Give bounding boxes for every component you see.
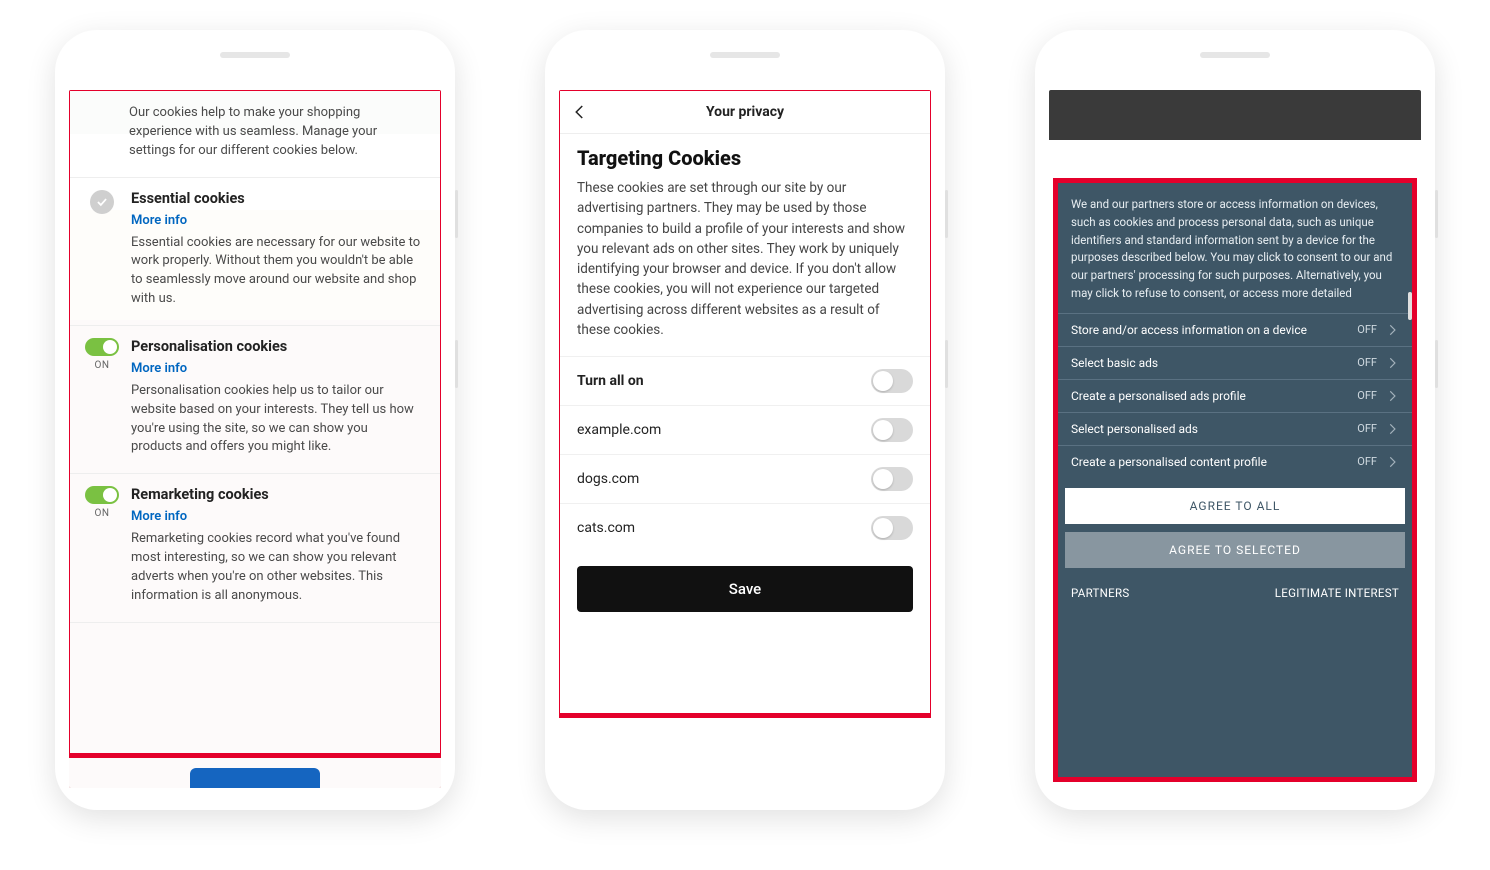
purpose-state: OFF [1357, 422, 1377, 435]
toggle-partner[interactable] [871, 516, 913, 540]
cookie-desc: Remarketing cookies record what you've f… [131, 530, 421, 605]
back-icon[interactable] [571, 103, 589, 121]
toggle-partner[interactable] [871, 467, 913, 491]
toggle-state-label: ON [94, 360, 109, 371]
cookie-title: Essential cookies [131, 190, 421, 207]
cookie-title: Personalisation cookies [131, 338, 421, 355]
header-title: Your privacy [706, 104, 784, 120]
purpose-state: OFF [1357, 323, 1377, 336]
partners-link[interactable]: PARTNERS [1071, 586, 1130, 600]
chevron-right-icon [1385, 455, 1399, 469]
section-title: Targeting Cookies [559, 134, 931, 174]
phone-mockup-1: Our cookies help to make your shopping e… [55, 30, 455, 810]
cookie-intro-text: Our cookies help to make your shopping e… [69, 90, 441, 178]
partner-label: example.com [577, 422, 661, 438]
cookie-category-essential: Essential cookies More info Essential co… [69, 178, 441, 326]
more-info-link[interactable]: More info [131, 361, 187, 376]
page-header-bar [1049, 90, 1421, 140]
toggle-partner[interactable] [871, 418, 913, 442]
toggle-turn-all[interactable] [871, 369, 913, 393]
screen-3: We and our partners store or access info… [1049, 90, 1421, 788]
phone-mockup-2: Your privacy Targeting Cookies These coo… [545, 30, 945, 810]
purpose-row[interactable]: Store and/or access information on a dev… [1057, 313, 1413, 346]
purpose-row[interactable]: Create a personalised content profile OF… [1057, 445, 1413, 478]
purpose-row[interactable]: Create a personalised ads profile OFF [1057, 379, 1413, 412]
cookie-category-personalisation: ON Personalisation cookies More info Per… [69, 326, 441, 474]
partner-row: dogs.com [559, 454, 931, 503]
toggle-personalisation[interactable] [85, 338, 119, 356]
purpose-row[interactable]: Select basic ads OFF [1057, 346, 1413, 379]
chevron-right-icon [1385, 422, 1399, 436]
turn-all-label: Turn all on [577, 373, 644, 389]
screen-2: Your privacy Targeting Cookies These coo… [559, 90, 931, 788]
section-desc: These cookies are set through our site b… [559, 174, 931, 356]
purpose-state: OFF [1357, 389, 1377, 402]
purpose-label: Select basic ads [1071, 356, 1357, 370]
chevron-right-icon [1385, 323, 1399, 337]
partner-row: cats.com [559, 503, 931, 552]
cookie-desc: Essential cookies are necessary for our … [131, 234, 421, 309]
save-button-partial[interactable] [190, 768, 320, 788]
header-bar: Your privacy [559, 90, 931, 134]
save-button[interactable]: Save [577, 566, 913, 612]
cookie-title: Remarketing cookies [131, 486, 421, 503]
phone-mockup-3: We and our partners store or access info… [1035, 30, 1435, 810]
turn-all-on-row: Turn all on [559, 356, 931, 405]
agree-all-button[interactable]: AGREE TO ALL [1065, 488, 1405, 524]
consent-intro: We and our partners store or access info… [1057, 182, 1413, 313]
more-info-link[interactable]: More info [131, 509, 187, 524]
purpose-label: Store and/or access information on a dev… [1071, 323, 1357, 337]
purpose-row[interactable]: Select personalised ads OFF [1057, 412, 1413, 445]
cookie-desc: Personalisation cookies help us to tailo… [131, 382, 421, 457]
purpose-state: OFF [1357, 356, 1377, 369]
check-icon [90, 190, 114, 214]
screen-1: Our cookies help to make your shopping e… [69, 90, 441, 788]
toggle-remarketing[interactable] [85, 486, 119, 504]
purpose-label: Create a personalised content profile [1071, 455, 1357, 469]
cookie-category-remarketing: ON Remarketing cookies More info Remarke… [69, 474, 441, 622]
toggle-state-label: ON [94, 508, 109, 519]
partner-label: dogs.com [577, 471, 639, 487]
more-info-link[interactable]: More info [131, 213, 187, 228]
consent-panel: We and our partners store or access info… [1057, 182, 1413, 778]
scrollbar-thumb[interactable] [1408, 292, 1412, 320]
partner-label: cats.com [577, 520, 635, 536]
purpose-label: Create a personalised ads profile [1071, 389, 1357, 403]
agree-selected-button[interactable]: AGREE TO SELECTED [1065, 532, 1405, 568]
purpose-label: Select personalised ads [1071, 422, 1357, 436]
chevron-right-icon [1385, 356, 1399, 370]
chevron-right-icon [1385, 389, 1399, 403]
legitimate-interest-link[interactable]: LEGITIMATE INTEREST [1275, 586, 1399, 600]
partner-row: example.com [559, 405, 931, 454]
purpose-state: OFF [1357, 455, 1377, 468]
